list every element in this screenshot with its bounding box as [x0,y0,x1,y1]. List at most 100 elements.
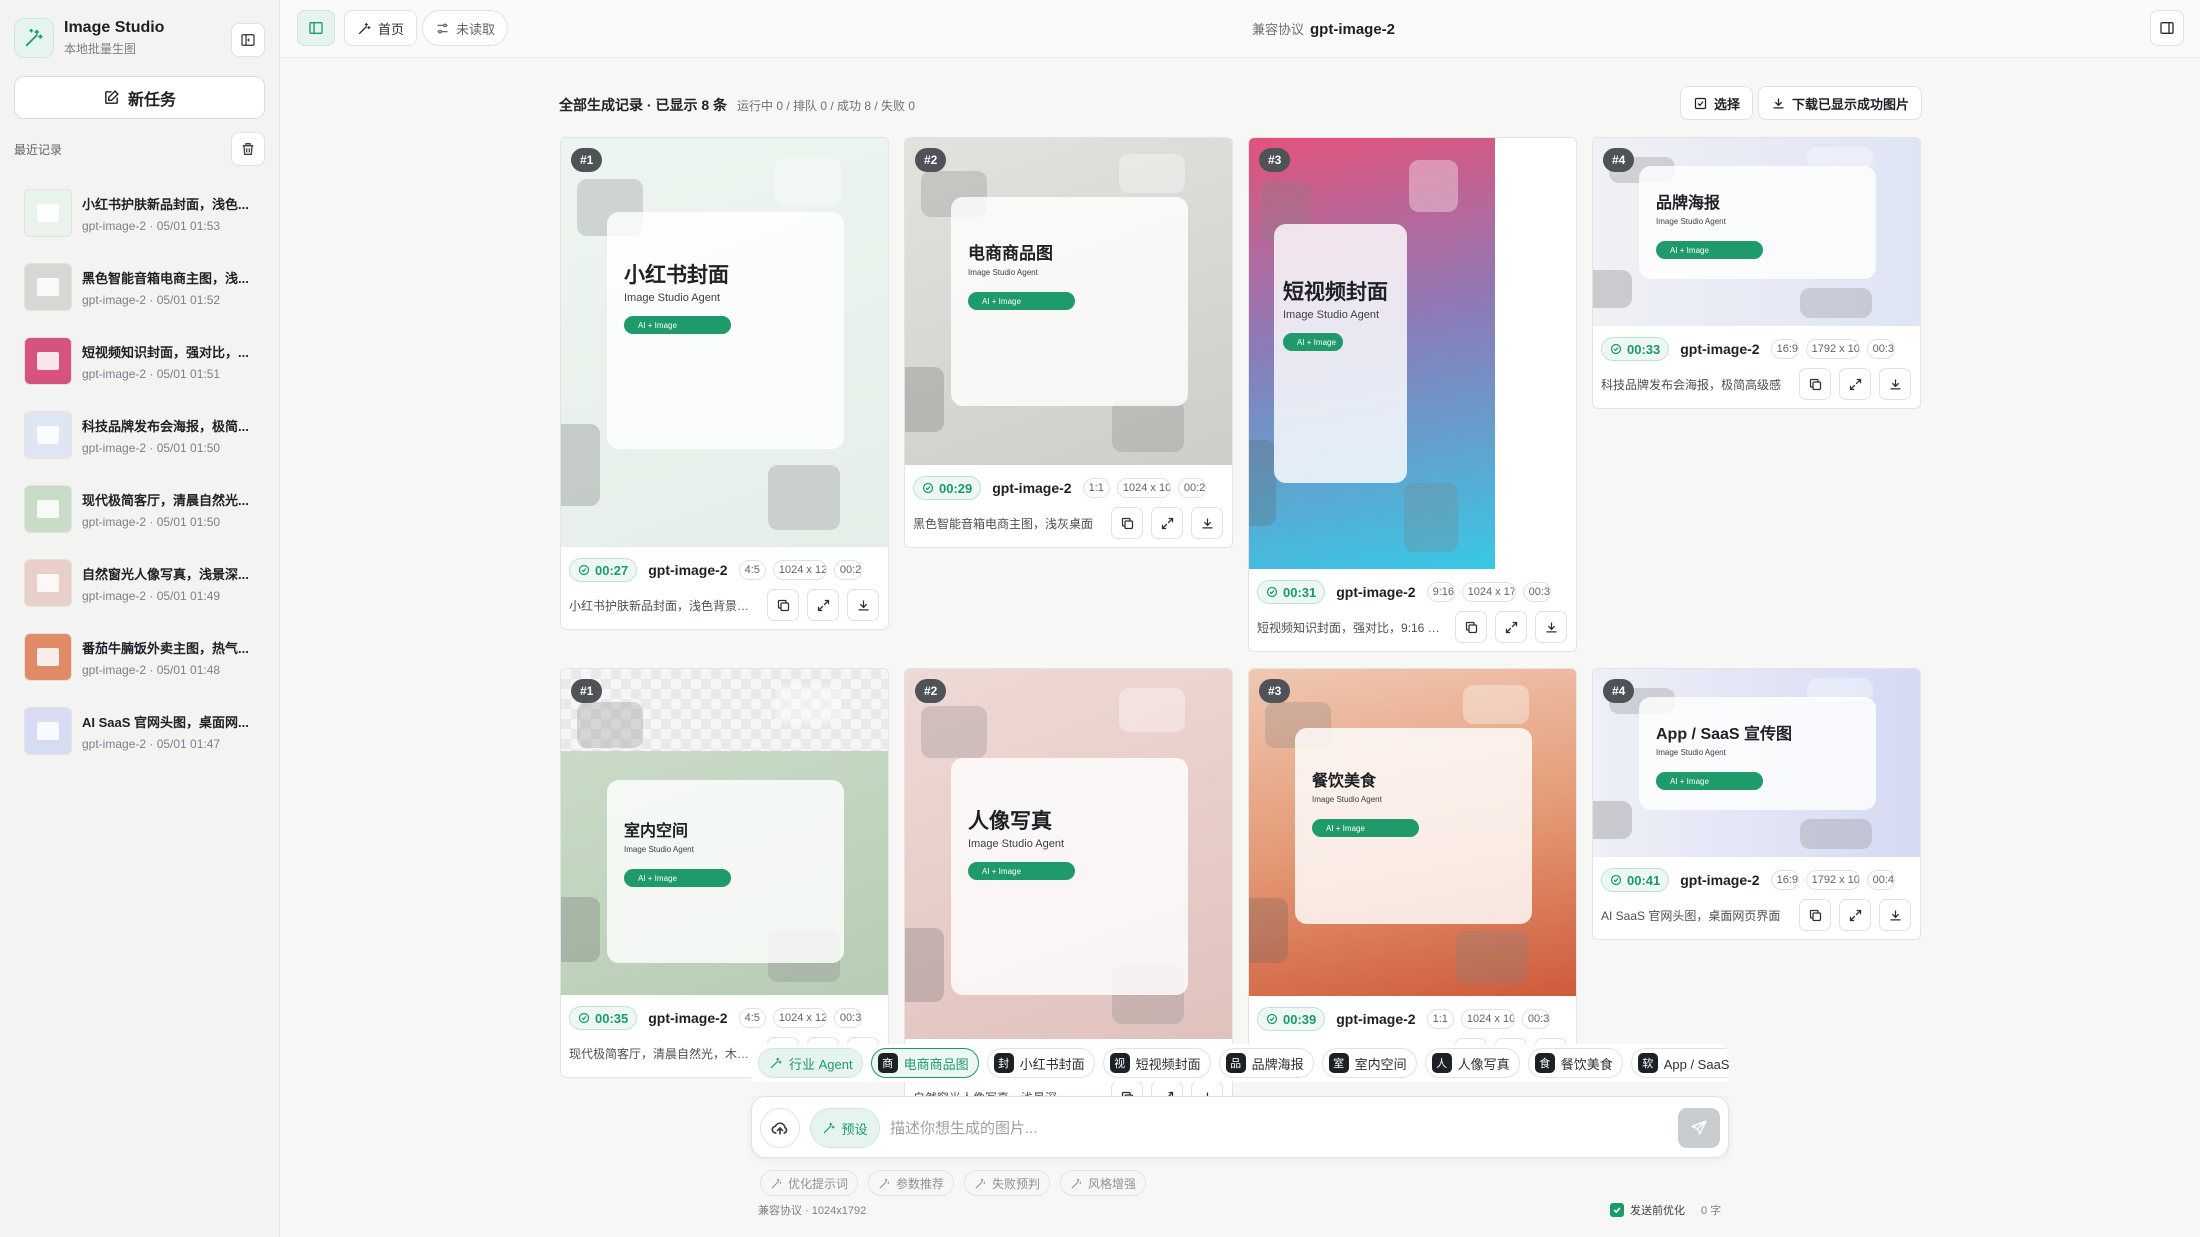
select-button[interactable]: 选择 [1680,86,1754,120]
home-button[interactable]: 首页 [344,10,418,46]
clear-history-button[interactable] [231,132,265,166]
size-chip: 1792 x 1024 [1805,339,1860,359]
generated-image[interactable]: 人像写真 Image Studio Agent AI + Image #2 [905,669,1232,1039]
history-item[interactable]: AI SaaS 官网头图，桌面网... gpt-image-2 · 05/01 … [14,694,266,768]
expand-button[interactable] [1839,368,1871,400]
duration-value: 00:41 [1627,872,1661,888]
download-button[interactable] [847,589,879,621]
history-thumbnail [24,263,72,311]
expand-button[interactable] [1495,611,1527,643]
history-title: 现代极简客厅，清晨自然光... [82,492,249,508]
image-card[interactable]: 短视频封面 Image Studio Agent AI + Image #3 0… [1248,137,1577,652]
copy-button[interactable] [1799,368,1831,400]
industry-agent-button[interactable]: 行业 Agent [758,1048,863,1078]
history-item[interactable]: 黑色智能音箱电商主图，浅... gpt-image-2 · 05/01 01:5… [14,250,266,324]
history-meta: gpt-image-2 · 05/01 01:53 [82,218,221,233]
history-item[interactable]: 番茄牛腩饭外卖主图，热气... gpt-image-2 · 05/01 01:4… [14,620,266,694]
ratio-chip: 16:9 [1770,339,1799,359]
card-meta: 00:35 gpt-image-2 4:5 1024 x 1280 00:35 [569,1005,882,1031]
history-title: 短视频知识封面，强对比，... [82,344,249,360]
download-button[interactable] [1535,611,1567,643]
image-card[interactable]: App / SaaS 宣传图 Image Studio Agent AI + I… [1592,668,1921,940]
prompt-text: AI SaaS 官网头图，桌面网页界面 [1601,908,1781,923]
tool-chip[interactable]: 风格增强 [1060,1170,1147,1196]
image-card[interactable]: 品牌海报 Image Studio Agent AI + Image #4 00… [1592,137,1921,409]
image-card[interactable]: 室内空间 Image Studio Agent AI + Image #1 00… [560,668,889,1078]
card-index-badge: #2 [915,679,947,703]
poster-heading: 小红书封面 [624,264,729,287]
new-task-button[interactable]: 新任务 [14,76,265,119]
copy-button[interactable] [767,589,799,621]
protocol-indicator: 兼容协议 gpt-image-2 [1252,19,1395,38]
history-item[interactable]: 科技品牌发布会海报，极简... gpt-image-2 · 05/01 01:5… [14,398,266,472]
agent-chip-label: 电商商品图 [903,1056,969,1072]
image-card[interactable]: 餐饮美食 Image Studio Agent AI + Image #3 00… [1248,668,1577,1079]
download-all-button[interactable]: 下载已显示成功图片 [1758,86,1923,120]
history-item[interactable]: 现代极简客厅，清晨自然光... gpt-image-2 · 05/01 01:5… [14,472,266,546]
generated-image[interactable]: 短视频封面 Image Studio Agent AI + Image #3 [1249,138,1495,569]
poster-pill: AI + Image [1312,819,1419,837]
sidebar-toggle-icon [309,22,323,34]
send-button[interactable] [1678,1108,1720,1148]
history-item[interactable]: 小红书护肤新品封面，浅色... gpt-image-2 · 05/01 01:5… [14,176,266,250]
history-thumbnail [24,485,72,533]
image-card[interactable]: 电商商品图 Image Studio Agent AI + Image #2 0… [904,137,1233,548]
preset-button[interactable]: 预设 [810,1108,880,1148]
agent-chip-label: 品牌海报 [1251,1056,1304,1072]
card-index-badge: #3 [1259,148,1291,172]
generated-image[interactable]: 餐饮美食 Image Studio Agent AI + Image #3 [1249,669,1576,996]
tool-chip[interactable]: 失败预判 [964,1170,1051,1196]
toggle-panel-button[interactable] [297,10,335,46]
generated-image[interactable]: 品牌海报 Image Studio Agent AI + Image #4 [1593,138,1920,326]
expand-button[interactable] [807,589,839,621]
download-button[interactable] [1879,899,1911,931]
agent-chip[interactable]: 视短视频封面 [1102,1048,1211,1078]
agent-chip[interactable]: 人人像写真 [1424,1048,1520,1078]
history-meta: gpt-image-2 · 05/01 01:50 [82,440,221,455]
agent-chip-label: 人像写真 [1457,1056,1510,1072]
agent-chip[interactable]: 品品牌海报 [1218,1048,1314,1078]
card-footer: AI SaaS 官网头图，桌面网页界面 [1601,899,1912,931]
generated-image[interactable]: 小红书封面 Image Studio Agent AI + Image #1 [561,138,888,547]
preset-label: 预设 [841,1121,868,1137]
card-meta: 00:39 gpt-image-2 1:1 1024 x 1024 00:39 [1257,1006,1570,1032]
image-card[interactable]: 小红书封面 Image Studio Agent AI + Image #1 0… [560,137,889,630]
tool-label: 风格增强 [1088,1176,1137,1191]
copy-button[interactable] [1455,611,1487,643]
upload-button[interactable] [760,1108,800,1148]
expand-button[interactable] [1151,507,1183,539]
unread-filter-button[interactable]: 未读取 [422,10,509,46]
optimize-toggle[interactable]: 发送前优化 0 字 [1610,1202,1721,1218]
records-summary: 全部生成记录 · 已显示 8 条运行中 0 / 排队 0 / 成功 8 / 失败… [559,95,915,115]
agent-chip[interactable]: 封小红书封面 [986,1048,1095,1078]
tool-chip[interactable]: 优化提示词 [760,1170,859,1196]
poster-pill: AI + Image [968,862,1075,880]
history-item[interactable]: 自然窗光人像写真，浅景深... gpt-image-2 · 05/01 01:4… [14,546,266,620]
right-panel-button[interactable] [2150,10,2184,46]
generated-image[interactable]: App / SaaS 宣传图 Image Studio Agent AI + I… [1593,669,1920,857]
download-button[interactable] [1879,368,1911,400]
filter-icon [437,23,448,33]
ratio-chip: 4:5 [738,560,766,580]
elapsed-chip: 00:33 [1866,339,1895,359]
generated-image[interactable]: 室内空间 Image Studio Agent AI + Image #1 [561,669,888,995]
check-circle-icon [1610,874,1622,886]
collapse-sidebar-button[interactable] [231,23,265,57]
card-index-badge: #2 [915,148,947,172]
history-item[interactable]: 短视频知识封面，强对比，... gpt-image-2 · 05/01 01:5… [14,324,266,398]
check-circle-icon [1610,343,1622,355]
poster-heading: 电商商品图 [968,244,1053,263]
generated-image[interactable]: 电商商品图 Image Studio Agent AI + Image #2 [905,138,1232,465]
agent-chip[interactable]: 商电商商品图 [870,1048,979,1078]
tool-chip[interactable]: 参数推荐 [868,1170,955,1196]
download-button[interactable] [1191,507,1223,539]
expand-button[interactable] [1839,899,1871,931]
prompt-input[interactable] [890,1108,1650,1148]
agent-chip[interactable]: 软 App / SaaS 宣传图 [1630,1048,1729,1078]
copy-button[interactable] [1111,507,1143,539]
agent-chip[interactable]: 室室内空间 [1321,1048,1417,1078]
copy-icon [1808,908,1823,923]
agent-chip[interactable]: 食餐饮美食 [1527,1048,1623,1078]
copy-button[interactable] [1799,899,1831,931]
history-title: 番茄牛腩饭外卖主图，热气... [82,640,249,656]
